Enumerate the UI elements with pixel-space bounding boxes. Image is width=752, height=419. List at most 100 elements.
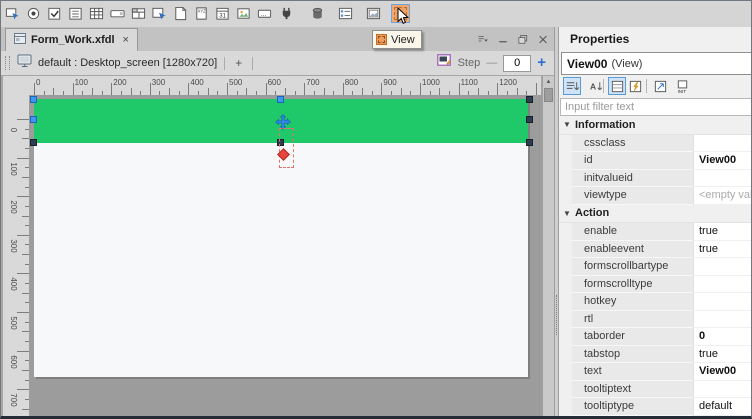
add-screen-button[interactable]: +	[232, 56, 245, 70]
table-row[interactable]	[559, 416, 751, 417]
property-value[interactable]: true	[693, 346, 751, 364]
screen-tab-label[interactable]: default : Desktop_screen [1280x720]	[38, 57, 217, 69]
svg-text:XYZ: XYZ	[198, 9, 207, 14]
minimize-icon[interactable]	[497, 33, 509, 45]
listview-toolbar-icon[interactable]	[336, 4, 355, 23]
property-label: rtl	[572, 311, 693, 329]
checkbox-toolbar-icon[interactable]	[45, 4, 64, 23]
tab-close-icon[interactable]: ×	[123, 34, 129, 46]
edit-toolbar-icon[interactable]	[108, 4, 127, 23]
plugin-toolbar-icon[interactable]	[277, 4, 296, 23]
property-row-cssclass[interactable]: cssclass	[559, 135, 751, 153]
restore-icon[interactable]	[517, 33, 529, 45]
properties-panel: Properties View00 (View) AINIT ▼Informat…	[559, 27, 751, 416]
step-label: Step	[458, 57, 481, 69]
property-value[interactable]	[693, 381, 751, 399]
property-row-viewtype[interactable]: viewtype<empty valu	[559, 187, 751, 205]
form-designer-window: XYZ 31... Form_Work.xfdl × default : Desk…	[0, 0, 752, 419]
section-header-action[interactable]: ▼Action	[559, 205, 751, 224]
step-decrement-button[interactable]: —	[486, 57, 497, 69]
selection-handle-top-right[interactable]	[526, 96, 533, 103]
ruler-label: 700	[4, 391, 22, 409]
listbox-toolbar-icon[interactable]	[66, 4, 85, 23]
collapse-arrow-icon: ▼	[559, 209, 575, 218]
property-value[interactable]: View00	[693, 152, 751, 170]
property-row-enable[interactable]: enabletrue	[559, 223, 751, 241]
selection-handle-middle-right[interactable]	[526, 116, 533, 123]
property-row-initvalueid[interactable]: initvalueid	[559, 170, 751, 188]
property-grid: ▼InformationcssclassidView00initvalueidv…	[559, 116, 751, 416]
selection-handle-bottom-right[interactable]	[526, 139, 533, 146]
combo-toolbar-icon[interactable]: ...	[255, 4, 274, 23]
show-properties-icon[interactable]	[608, 77, 626, 95]
close-icon[interactable]	[537, 33, 549, 45]
property-value[interactable]: true	[693, 241, 751, 259]
property-value[interactable]: <empty valu	[693, 187, 751, 205]
monitor-icon	[17, 54, 33, 73]
property-value[interactable]	[693, 170, 751, 188]
vertical-scrollbar[interactable]: ▲	[542, 76, 554, 416]
select-edit-toolbar-icon[interactable]	[3, 4, 22, 23]
tab-list-icon[interactable]	[477, 33, 489, 45]
property-row-hotkey[interactable]: hotkey	[559, 293, 751, 311]
property-value[interactable]: View00	[693, 363, 751, 381]
dataset-toolbar-icon[interactable]	[308, 4, 327, 23]
ruler-label: 900	[383, 78, 396, 87]
imageviewer-toolbar-icon[interactable]	[234, 4, 253, 23]
property-value[interactable]	[693, 276, 751, 294]
goto-link-icon[interactable]	[651, 77, 669, 95]
sort-categorized-icon[interactable]	[563, 77, 581, 95]
calendar-toolbar-icon[interactable]: 31	[213, 4, 232, 23]
div-toolbar-icon[interactable]	[171, 4, 190, 23]
property-row-tabstop[interactable]: tabstoptrue	[559, 346, 751, 364]
textarea-select-toolbar-icon[interactable]	[150, 4, 169, 23]
grid-toolbar-icon[interactable]	[87, 4, 106, 23]
ruler-label: 500	[4, 314, 22, 332]
property-row-taborder[interactable]: taborder0	[559, 328, 751, 346]
selection-handle-middle-left[interactable]	[30, 116, 37, 123]
tooltip-label: View	[391, 34, 415, 46]
ruler-label: 600	[4, 353, 22, 371]
property-value[interactable]	[693, 293, 751, 311]
drag-grip[interactable]	[5, 56, 10, 70]
property-row-text[interactable]: textView00	[559, 363, 751, 381]
selection-handle-top-left[interactable]	[30, 96, 37, 103]
init-value-icon[interactable]: INIT	[673, 77, 691, 95]
step-increment-button[interactable]: +	[537, 56, 546, 70]
selection-handle-bottom-left[interactable]	[30, 139, 37, 146]
tab-form-work[interactable]: Form_Work.xfdl ×	[5, 28, 138, 51]
property-label: cssclass	[572, 135, 693, 153]
selection-handle-top-center[interactable]	[277, 96, 284, 103]
property-value[interactable]: default	[693, 398, 751, 416]
ruler-label: 0	[36, 78, 40, 87]
property-row-id[interactable]: idView00	[559, 152, 751, 170]
property-row-tooltiptype[interactable]: tooltiptypedefault	[559, 398, 751, 416]
property-value[interactable]	[693, 311, 751, 329]
properties-panel-title: Properties	[570, 27, 629, 51]
image-frame-toolbar-icon[interactable]	[364, 4, 383, 23]
show-events-icon[interactable]	[626, 77, 644, 95]
step-value-input[interactable]	[503, 55, 531, 72]
property-row-formscrolltype[interactable]: formscrolltype	[559, 276, 751, 294]
selected-component-box[interactable]: View00 (View)	[561, 52, 751, 75]
property-value[interactable]	[693, 135, 751, 153]
property-row-formscrollbartype[interactable]: formscrollbartype	[559, 258, 751, 276]
property-filter-input[interactable]	[560, 98, 751, 116]
svg-text:31: 31	[219, 13, 226, 20]
property-value[interactable]	[693, 258, 751, 276]
scrollbar-thumb[interactable]	[544, 88, 553, 102]
radiobutton-toolbar-icon[interactable]	[24, 4, 43, 23]
property-row-tooltiptext[interactable]: tooltiptext	[559, 381, 751, 399]
property-row-rtl[interactable]: rtl	[559, 311, 751, 329]
ruler-label: 600	[268, 78, 281, 87]
ruler-label: 200	[4, 198, 22, 216]
property-row-enableevent[interactable]: enableeventtrue	[559, 241, 751, 259]
scroll-up-icon[interactable]: ▲	[543, 76, 554, 87]
ruler-corner	[3, 76, 30, 96]
tab-toolbar-icon[interactable]	[129, 4, 148, 23]
popupdiv-toolbar-icon[interactable]: XYZ	[192, 4, 211, 23]
property-value[interactable]: 0	[693, 328, 751, 346]
section-header-information[interactable]: ▼Information	[559, 116, 751, 135]
property-label: tooltiptext	[572, 381, 693, 399]
property-value[interactable]: true	[693, 223, 751, 241]
